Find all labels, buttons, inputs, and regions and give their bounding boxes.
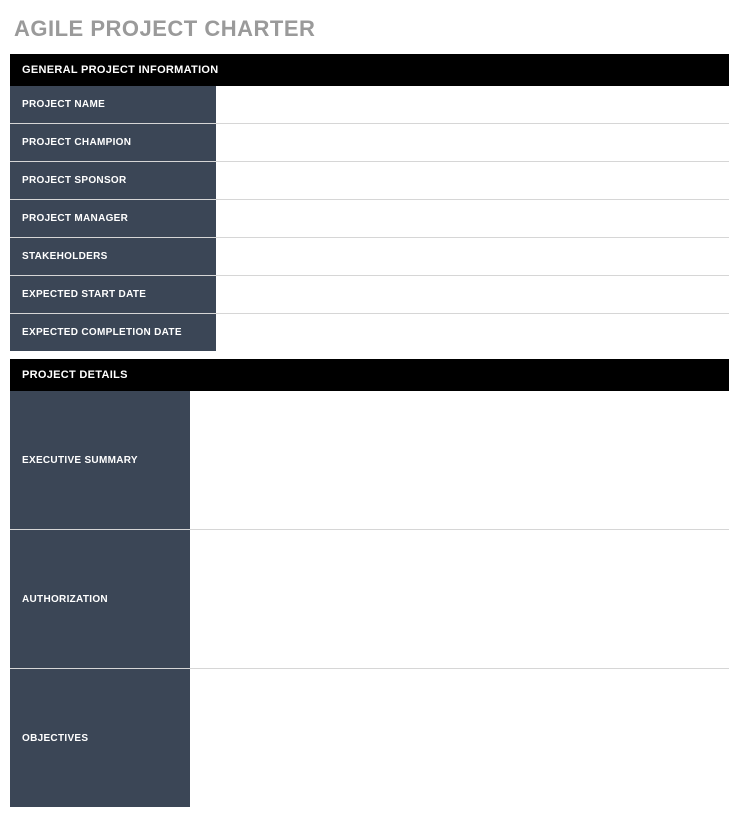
section-header-details: PROJECT DETAILS (10, 359, 729, 391)
label-authorization: AUTHORIZATION (10, 530, 190, 668)
value-project-sponsor[interactable] (216, 162, 729, 199)
row-authorization: AUTHORIZATION (10, 530, 729, 669)
row-objectives: OBJECTIVES (10, 669, 729, 807)
label-expected-start-date: EXPECTED START DATE (10, 276, 216, 313)
row-expected-start-date: EXPECTED START DATE (10, 276, 729, 314)
value-objectives[interactable] (190, 669, 729, 807)
row-project-sponsor: PROJECT SPONSOR (10, 162, 729, 200)
section-gap (10, 351, 729, 359)
section-details: PROJECT DETAILS EXECUTIVE SUMMARY AUTHOR… (10, 359, 729, 807)
row-project-manager: PROJECT MANAGER (10, 200, 729, 238)
page-title: AGILE PROJECT CHARTER (14, 16, 729, 42)
value-stakeholders[interactable] (216, 238, 729, 275)
value-authorization[interactable] (190, 530, 729, 668)
label-stakeholders: STAKEHOLDERS (10, 238, 216, 275)
row-executive-summary: EXECUTIVE SUMMARY (10, 391, 729, 530)
row-project-name: PROJECT NAME (10, 86, 729, 124)
label-project-sponsor: PROJECT SPONSOR (10, 162, 216, 199)
label-project-name: PROJECT NAME (10, 86, 216, 123)
value-executive-summary[interactable] (190, 391, 729, 529)
row-expected-completion-date: EXPECTED COMPLETION DATE (10, 314, 729, 351)
section-general: GENERAL PROJECT INFORMATION PROJECT NAME… (10, 54, 729, 351)
row-stakeholders: STAKEHOLDERS (10, 238, 729, 276)
label-objectives: OBJECTIVES (10, 669, 190, 807)
value-expected-start-date[interactable] (216, 276, 729, 313)
label-project-manager: PROJECT MANAGER (10, 200, 216, 237)
label-expected-completion-date: EXPECTED COMPLETION DATE (10, 314, 216, 351)
label-executive-summary: EXECUTIVE SUMMARY (10, 391, 190, 529)
section-header-general: GENERAL PROJECT INFORMATION (10, 54, 729, 86)
label-project-champion: PROJECT CHAMPION (10, 124, 216, 161)
value-expected-completion-date[interactable] (216, 314, 729, 351)
value-project-manager[interactable] (216, 200, 729, 237)
value-project-champion[interactable] (216, 124, 729, 161)
value-project-name[interactable] (216, 86, 729, 123)
row-project-champion: PROJECT CHAMPION (10, 124, 729, 162)
